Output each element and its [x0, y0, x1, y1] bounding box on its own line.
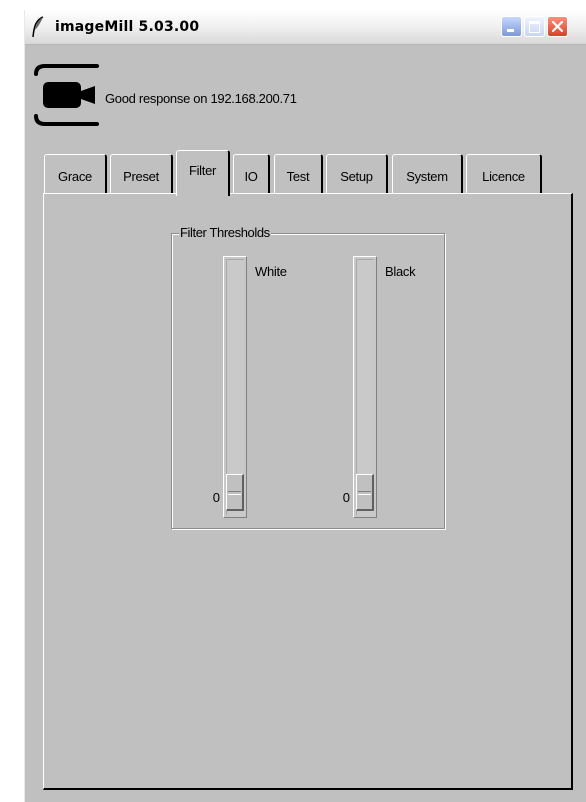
- filter-thresholds-group: Filter Thresholds White 0 Black 0: [171, 225, 445, 529]
- group-title: Filter Thresholds: [179, 225, 271, 241]
- tab-grace[interactable]: Grace: [44, 154, 107, 194]
- app-window: imageMill 5.03.00 Good response on 192.1…: [24, 10, 586, 802]
- close-icon[interactable]: [547, 16, 568, 37]
- title-bar[interactable]: imageMill 5.03.00: [25, 10, 586, 45]
- white-slider-label: White: [255, 264, 287, 279]
- tab-filter[interactable]: Filter: [176, 150, 230, 196]
- tab-system[interactable]: System: [392, 154, 463, 194]
- black-slider-thumb[interactable]: [356, 474, 374, 511]
- tab-licence[interactable]: Licence: [466, 154, 542, 194]
- black-threshold-slider[interactable]: [353, 256, 377, 518]
- filter-tab-panel: Filter Thresholds White 0 Black 0: [43, 193, 573, 790]
- minimize-icon[interactable]: [501, 16, 522, 37]
- tab-preset[interactable]: Preset: [110, 154, 173, 194]
- black-slider-value: 0: [342, 490, 350, 505]
- black-slider-label: Black: [385, 264, 416, 279]
- tab-io[interactable]: IO: [233, 154, 270, 194]
- maximize-icon[interactable]: [524, 16, 545, 37]
- connection-status: Good response on 192.168.200.71: [105, 91, 297, 106]
- tab-setup[interactable]: Setup: [326, 154, 388, 194]
- window-title: imageMill 5.03.00: [55, 19, 200, 35]
- white-slider-value: 0: [212, 490, 220, 505]
- tab-test[interactable]: Test: [274, 154, 323, 194]
- white-slider-thumb[interactable]: [226, 474, 244, 511]
- camera-icon: [34, 64, 99, 126]
- white-threshold-slider[interactable]: [223, 256, 247, 518]
- feather-icon: [32, 16, 44, 38]
